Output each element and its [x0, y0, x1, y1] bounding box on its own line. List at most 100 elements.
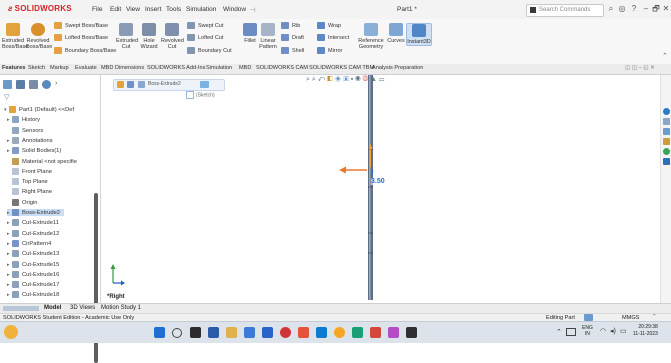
filter-icon[interactable]: ▽ [4, 93, 9, 101]
tab-mbd[interactable]: MBD [239, 65, 251, 71]
fillet-button[interactable]: Fillet [243, 23, 257, 44]
tab-mbd-dimensions[interactable]: MBD Dimensions [101, 65, 144, 71]
tree-item[interactable]: ▸ CirPattern4 [7, 239, 51, 247]
graphics-area[interactable]: Boss-Extrude2 (Sketch) ⌕ ⌕ ↶ ◧ ◈ ▣ ▪ ◉ ◍… [101, 75, 659, 303]
tree-item[interactable]: ▸ History [7, 116, 40, 123]
status-units[interactable]: MMGS [622, 315, 639, 321]
direction-arrow-icon[interactable] [339, 165, 369, 175]
tab-model[interactable]: Model [44, 305, 61, 311]
rib-button[interactable]: Rib [281, 22, 300, 29]
tab-3d-views[interactable]: 3D Views [70, 305, 95, 311]
tree-item[interactable]: ▾ Part1 (Default) <<Def [4, 106, 74, 113]
revolved-boss-button[interactable]: Revolved Boss/Base [26, 23, 52, 50]
tab-solidworks-cam-tbm[interactable]: SOLIDWORKS CAM TBM [309, 65, 374, 71]
tree-item[interactable]: ▸ Cut-Extrude17 [7, 281, 59, 288]
weather-icon[interactable] [4, 325, 18, 339]
user-icon[interactable]: ◎ [617, 4, 627, 14]
mirror-button[interactable]: Mirror [317, 47, 342, 54]
breadcrumb[interactable]: Boss-Extrude2 [113, 79, 225, 91]
tree-item[interactable]: ▸ Cut-Extrude18 [7, 291, 59, 298]
tab-markup[interactable]: Markup [50, 65, 69, 71]
app-icon-2[interactable] [406, 327, 417, 338]
pin-icon[interactable]: ⊣ [250, 6, 256, 14]
shell-button[interactable]: Shell [281, 47, 304, 54]
menu-edit[interactable]: Edit [110, 6, 121, 13]
taskbar-search-icon[interactable] [172, 328, 182, 338]
file-explorer-taskbar-icon[interactable] [226, 327, 237, 338]
view-controls-icon[interactable]: ◫ ◫ – ◱ ✕ [625, 65, 655, 71]
solidworks-taskbar-icon[interactable] [370, 327, 381, 338]
extruded-boss-button[interactable]: Extruded Boss/Base [2, 23, 28, 50]
search-icon[interactable]: ⌕ [606, 4, 616, 14]
tree-item[interactable]: ▸ Cut-Extrude12 [7, 229, 59, 237]
tab-solidworks-addins[interactable]: SOLIDWORKS Add-Ins [147, 65, 205, 71]
tab-simulation[interactable]: Simulation [206, 65, 232, 71]
swept-boss-button[interactable]: Swept Boss/Base [54, 22, 108, 29]
tree-item[interactable]: ▸ Solid Bodies(1) [7, 147, 61, 154]
zoom-to-area-icon[interactable]: ⌕ [312, 76, 316, 83]
menu-insert[interactable]: Insert [145, 6, 161, 13]
model-geometry[interactable] [351, 75, 391, 303]
tree-item[interactable]: Origin [7, 198, 37, 206]
wrap-button[interactable]: Wrap [317, 22, 341, 29]
show-hidden-icons[interactable]: ⌃ [556, 328, 562, 336]
tab-scroll-icon[interactable] [3, 306, 39, 311]
volume-icon[interactable]: ◂) [610, 327, 616, 335]
custom-properties-icon[interactable] [663, 158, 670, 165]
store-icon[interactable] [244, 327, 255, 338]
clock[interactable]: 20:29:38 11-11-2023 [633, 324, 658, 338]
dimension-value[interactable]: 3.50 [371, 178, 385, 185]
sketch-icon[interactable] [200, 81, 209, 88]
tree-item[interactable]: ▸ Annotations [7, 136, 53, 144]
search-input[interactable]: Search Commands [526, 4, 604, 17]
tab-sketch[interactable]: Sketch [28, 65, 45, 71]
tab-features[interactable]: Features [2, 65, 25, 71]
solidworks-resources-icon[interactable] [663, 108, 670, 115]
appearances-icon[interactable] [663, 148, 670, 155]
tree-item[interactable]: ▸ Cut-Extrude15 [7, 260, 59, 268]
edge-icon[interactable] [316, 327, 327, 338]
tray-monitor-icon[interactable] [566, 328, 576, 336]
breadcrumb-feature[interactable]: Boss-Extrude2 [148, 81, 181, 87]
office-icon[interactable] [298, 327, 309, 338]
dynamic-annotation-icon[interactable]: ◈ [334, 76, 341, 83]
reference-geometry-button[interactable]: Reference Geometry [357, 23, 385, 50]
display-manager-tab-icon[interactable] [42, 80, 51, 89]
start-icon[interactable] [154, 327, 165, 338]
view-palette-icon[interactable] [663, 138, 670, 145]
battery-icon[interactable]: ▭ [620, 327, 627, 335]
revolved-cut-button[interactable]: Revolved Cut [161, 23, 184, 50]
boundary-cut-button[interactable]: Boundary Cut [187, 47, 232, 54]
tree-item[interactable]: ▸ Boss-Extrude2 [7, 209, 65, 217]
menu-file[interactable]: File [92, 6, 102, 13]
draft-button[interactable]: Draft [281, 34, 304, 41]
extruded-cut-button[interactable]: Extruded Cut [116, 23, 138, 50]
tree-item[interactable]: Top Plane [7, 178, 48, 185]
file-explorer-icon[interactable] [663, 128, 670, 135]
lofted-boss-button[interactable]: Lofted Boss/Base [54, 34, 108, 41]
tree-item[interactable]: ▸ Cut-Extrude13 [7, 250, 59, 257]
property-manager-tab-icon[interactable] [16, 80, 25, 89]
tree-item[interactable]: Sensors [7, 126, 43, 134]
boundary-boss-button[interactable]: Boundary Boss/Base [54, 47, 116, 54]
breadcrumb-sketch[interactable]: (Sketch) [186, 91, 215, 99]
swept-cut-button[interactable]: Swept Cut [187, 22, 223, 29]
tab-evaluate[interactable]: Evaluate [75, 65, 97, 71]
close-button[interactable]: ✕ [661, 4, 671, 14]
wifi-icon[interactable]: ◠ [600, 327, 606, 335]
widgets-icon[interactable] [208, 327, 219, 338]
previous-view-icon[interactable]: ↶ [318, 76, 325, 83]
restore-button[interactable]: 🗗 [651, 4, 661, 14]
tree-item[interactable]: ▸ Cut-Extrude16 [7, 270, 59, 278]
linear-pattern-button[interactable]: Linear Pattern [259, 23, 277, 50]
word-icon[interactable] [262, 327, 273, 338]
view-orientation-icon[interactable]: ▣ [343, 76, 348, 83]
language-indicator[interactable]: ENG IN [582, 325, 593, 337]
menu-view[interactable]: View [126, 6, 140, 13]
tree-item[interactable]: Right Plane [7, 188, 52, 195]
task-view-icon[interactable] [190, 327, 201, 338]
media-icon[interactable] [280, 327, 291, 338]
tree-item[interactable]: ▸ Cut-Extrude11 [7, 219, 59, 226]
tab-analysis-preparation[interactable]: Analysis Preparation [372, 65, 423, 71]
app-icon[interactable] [352, 327, 363, 338]
